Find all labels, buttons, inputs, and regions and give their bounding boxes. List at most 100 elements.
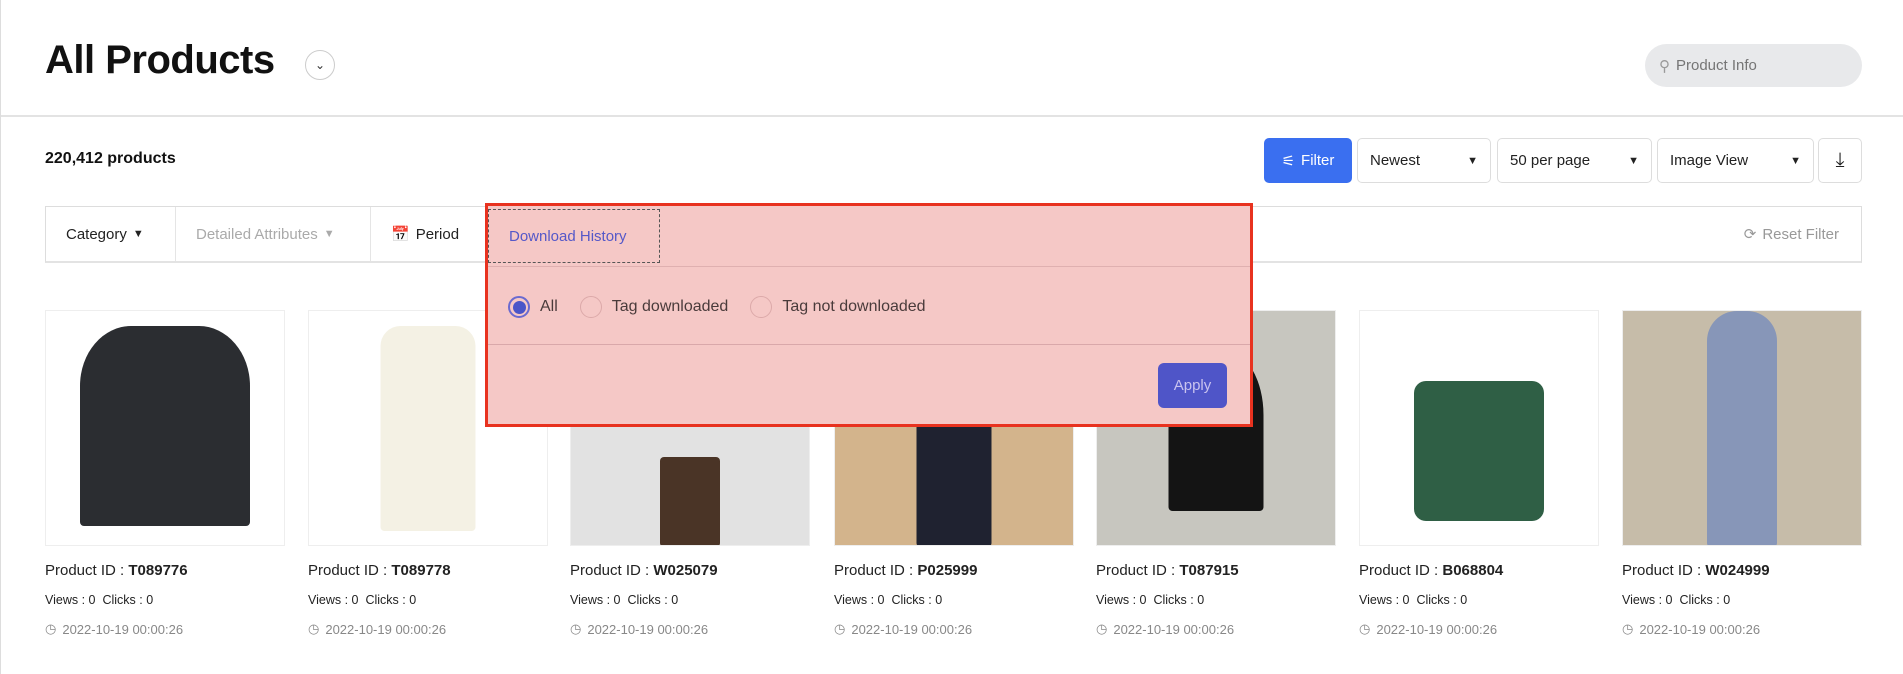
detailed-attributes-label: Detailed Attributes	[196, 225, 318, 243]
clock-icon: ◷	[308, 621, 320, 636]
download-button[interactable]: ⤓	[1818, 138, 1862, 183]
product-stats: Views : 0 Clicks : 0	[570, 593, 810, 607]
product-date: ◷ 2022-10-19 00:00:26	[570, 621, 810, 637]
product-date: ◷ 2022-10-19 00:00:26	[1622, 621, 1862, 637]
caret-down-icon: ▼	[1790, 154, 1801, 167]
product-date: ◷ 2022-10-19 00:00:26	[1359, 621, 1599, 637]
product-id-value: T087915	[1179, 562, 1239, 579]
product-figure	[380, 326, 476, 531]
date-value: 2022-10-19 00:00:26	[325, 621, 447, 637]
filter-label: Filter	[1301, 152, 1335, 169]
product-id: Product ID : W025079	[570, 562, 810, 579]
calendar-icon: 📅	[391, 226, 410, 243]
reset-filter-button[interactable]: ⟳ Reset Filter	[1744, 207, 1839, 261]
radio-all[interactable]: All	[508, 296, 558, 318]
clicks-count: Clicks : 0	[1679, 593, 1731, 607]
download-history-tab[interactable]: Download History	[488, 209, 660, 263]
product-stats: Views : 0 Clicks : 0	[1359, 593, 1599, 607]
product-id: Product ID : W024999	[1622, 562, 1862, 579]
view-select[interactable]: Image View ▼	[1657, 138, 1814, 183]
views-count: Views : 0	[308, 593, 359, 607]
search-input[interactable]	[1676, 57, 1836, 74]
sliders-icon: ⚟	[1281, 152, 1296, 170]
search-icon: ⚲	[1659, 57, 1670, 75]
search-box[interactable]: ⚲	[1645, 44, 1862, 87]
title-dropdown-button[interactable]: ⌄	[305, 50, 335, 80]
per-page-value: 50 per page	[1510, 152, 1591, 169]
product-image[interactable]	[1622, 310, 1862, 546]
product-card[interactable]: Product ID : W024999 Views : 0 Clicks : …	[1622, 310, 1862, 637]
download-history-options: All Tag downloaded Tag not downloaded	[508, 296, 926, 318]
clock-icon: ◷	[1622, 621, 1634, 636]
product-stats: Views : 0 Clicks : 0	[834, 593, 1074, 607]
product-date: ◷ 2022-10-19 00:00:26	[834, 621, 1074, 637]
radio-label: Tag downloaded	[611, 298, 729, 315]
product-id: Product ID : T087915	[1096, 562, 1336, 579]
date-value: 2022-10-19 00:00:26	[1113, 621, 1235, 637]
product-image[interactable]	[45, 310, 285, 546]
caret-down-icon: ▼	[323, 228, 335, 240]
product-card[interactable]: Product ID : T089776 Views : 0 Clicks : …	[45, 310, 285, 637]
sort-value: Newest	[1370, 152, 1421, 169]
caret-down-icon: ▼	[1628, 154, 1639, 167]
download-icon: ⤓	[1835, 149, 1845, 171]
divider	[488, 266, 1250, 267]
caret-down-icon: ▼	[1467, 154, 1478, 167]
page-title: All Products	[45, 38, 275, 82]
product-id-label: Product ID :	[308, 562, 388, 579]
views-count: Views : 0	[1359, 593, 1410, 607]
product-id-label: Product ID :	[834, 562, 914, 579]
product-id-value: T089776	[128, 562, 188, 579]
radio-tag-downloaded[interactable]: Tag downloaded	[579, 296, 729, 318]
header-divider	[1, 115, 1903, 117]
product-id-value: B068804	[1442, 562, 1504, 579]
download-history-label: Download History	[509, 227, 627, 245]
clock-icon: ◷	[834, 621, 846, 636]
product-id-value: P025999	[917, 562, 978, 579]
product-figure	[1414, 381, 1544, 521]
period-filter[interactable]: 📅 Period	[371, 207, 489, 261]
product-stats: Views : 0 Clicks : 0	[308, 593, 548, 607]
detailed-attributes-filter[interactable]: Detailed Attributes ▼	[176, 207, 371, 261]
radio-label: All	[540, 298, 558, 315]
radio-tag-not-downloaded[interactable]: Tag not downloaded	[750, 296, 926, 318]
product-id-value: W024999	[1705, 562, 1770, 579]
category-filter[interactable]: Category ▼	[46, 207, 176, 261]
product-id-label: Product ID :	[1096, 562, 1176, 579]
date-value: 2022-10-19 00:00:26	[851, 621, 973, 637]
clock-icon: ◷	[570, 621, 582, 636]
product-id: Product ID : T089776	[45, 562, 285, 579]
apply-button[interactable]: Apply	[1158, 363, 1227, 408]
radio-unchecked-icon	[750, 296, 773, 318]
product-date: ◷ 2022-10-19 00:00:26	[308, 621, 548, 637]
clicks-count: Clicks : 0	[365, 593, 417, 607]
sort-select[interactable]: Newest ▼	[1357, 138, 1491, 183]
category-label: Category	[66, 225, 127, 243]
chevron-down-icon: ⌄	[314, 58, 326, 72]
clicks-count: Clicks : 0	[891, 593, 943, 607]
date-value: 2022-10-19 00:00:26	[62, 621, 184, 637]
product-date: ◷ 2022-10-19 00:00:26	[1096, 621, 1336, 637]
radio-unchecked-icon	[579, 296, 602, 318]
product-stats: Views : 0 Clicks : 0	[45, 593, 285, 607]
product-stats: Views : 0 Clicks : 0	[1622, 593, 1862, 607]
product-figure	[916, 407, 992, 545]
product-id: Product ID : T089778	[308, 562, 548, 579]
product-id-label: Product ID :	[1622, 562, 1702, 579]
clicks-count: Clicks : 0	[1416, 593, 1468, 607]
clicks-count: Clicks : 0	[627, 593, 679, 607]
product-card[interactable]: Product ID : B068804 Views : 0 Clicks : …	[1359, 310, 1599, 637]
product-id: Product ID : P025999	[834, 562, 1074, 579]
radio-checked-icon	[508, 296, 530, 318]
divider	[488, 344, 1250, 345]
product-image[interactable]	[1359, 310, 1599, 546]
product-id-label: Product ID :	[1359, 562, 1439, 579]
download-history-panel: Download History All Tag downloaded Tag …	[485, 203, 1253, 427]
date-value: 2022-10-19 00:00:26	[1376, 621, 1498, 637]
reset-filter-label: Reset Filter	[1762, 225, 1839, 243]
clock-icon: ◷	[45, 621, 57, 636]
views-count: Views : 0	[834, 593, 885, 607]
per-page-select[interactable]: 50 per page ▼	[1497, 138, 1652, 183]
product-count: 220,412 products	[45, 150, 176, 167]
filter-button[interactable]: ⚟ Filter	[1264, 138, 1352, 183]
